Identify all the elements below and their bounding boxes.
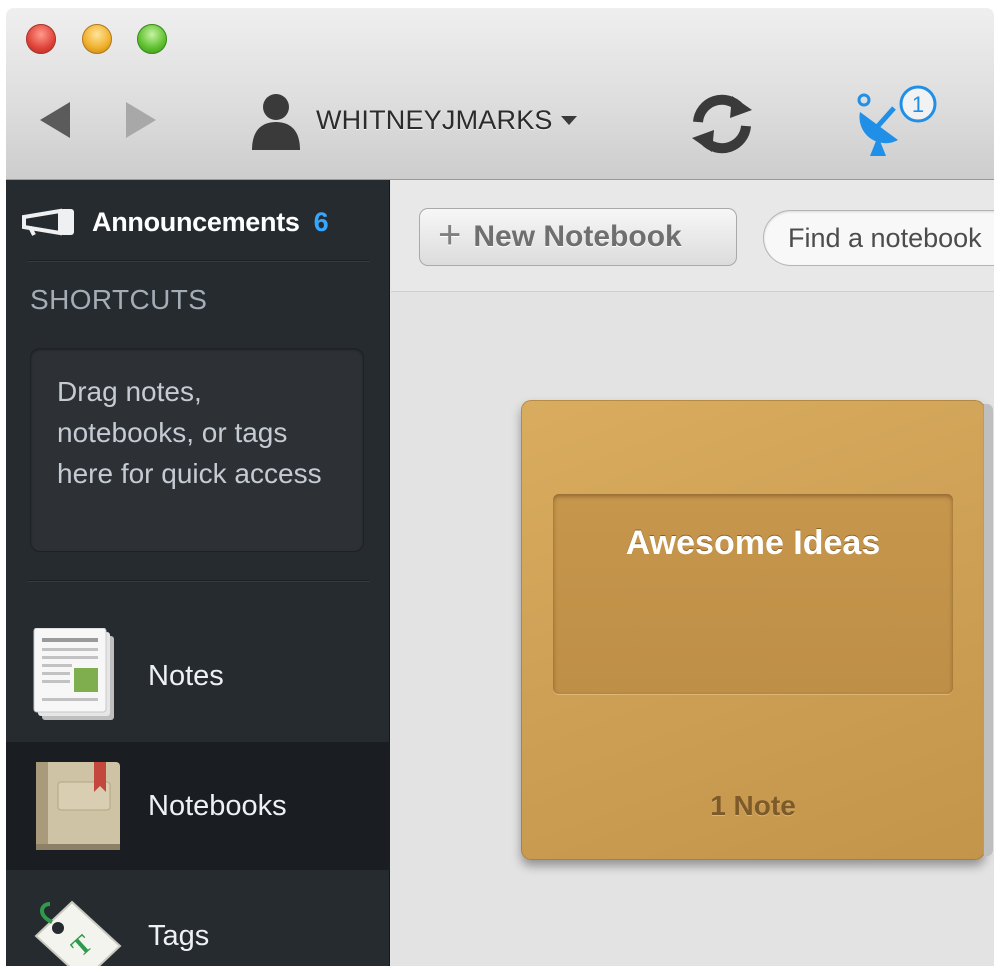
tags-icon: T (34, 900, 122, 966)
chevron-down-icon (560, 115, 577, 125)
back-arrow-icon (40, 102, 70, 138)
notebook-card[interactable]: Awesome Ideas 1 Note (521, 400, 993, 860)
shortcuts-drop-zone[interactable]: Drag notes, notebooks, or tags here for … (30, 348, 364, 552)
find-notebook-input[interactable] (763, 210, 994, 266)
sidebar-item-label: Tags (148, 919, 210, 952)
toolbar: WHITNEYJMARKS 1 (6, 8, 994, 180)
activity-badge: 1 (912, 92, 924, 117)
megaphone-icon (22, 208, 74, 236)
sync-icon[interactable] (686, 92, 758, 156)
new-notebook-label: New Notebook (473, 220, 682, 253)
sidebar-item-notebooks[interactable]: Notebooks (6, 742, 390, 870)
back-button[interactable] (38, 100, 72, 140)
username-label: WHITNEYJMARKS (316, 104, 553, 135)
sidebar-item-label: Notebooks (148, 789, 287, 822)
account-menu[interactable]: WHITNEYJMARKS (250, 90, 577, 150)
announcements-item[interactable]: Announcements 6 (20, 202, 329, 242)
notes-icon (33, 628, 114, 720)
sidebar-item-label: Notes (148, 659, 224, 692)
announcements-label: Announcements (92, 206, 300, 237)
sidebar: Announcements 6 SHORTCUTS Drag notes, no… (6, 180, 390, 966)
notebook-label-plate: Awesome Ideas (553, 494, 953, 694)
plus-icon: + (438, 213, 462, 257)
app-window: WHITNEYJMARKS 1 Announcements 6 SHORTCUT… (6, 8, 994, 966)
notebooks-view: + New Notebook Awesome Ideas 1 Note (391, 180, 994, 966)
sidebar-item-tags[interactable]: T Tags (6, 872, 390, 966)
user-silhouette-icon (252, 94, 300, 150)
activity-feed-icon[interactable]: 1 (846, 78, 942, 158)
sidebar-item-notes[interactable]: Notes (6, 612, 390, 740)
forward-arrow-icon (126, 102, 156, 138)
shortcuts-hint: Drag notes, notebooks, or tags here for … (57, 376, 322, 489)
forward-button[interactable] (124, 100, 158, 140)
notebooks-toolbar: + New Notebook (391, 180, 994, 292)
notebook-page-edge (983, 404, 993, 856)
divider (28, 580, 370, 582)
divider (28, 260, 370, 262)
close-window-button[interactable] (26, 24, 56, 54)
minimize-window-button[interactable] (82, 24, 112, 54)
shortcuts-heading: SHORTCUTS (30, 284, 208, 315)
announcements-count-badge: 6 (313, 206, 329, 237)
zoom-window-button[interactable] (137, 24, 167, 54)
notebook-note-count: 1 Note (710, 790, 796, 821)
notebooks-icon (36, 762, 120, 850)
notebook-title: Awesome Ideas (625, 524, 881, 562)
new-notebook-button[interactable]: + New Notebook (419, 208, 737, 266)
